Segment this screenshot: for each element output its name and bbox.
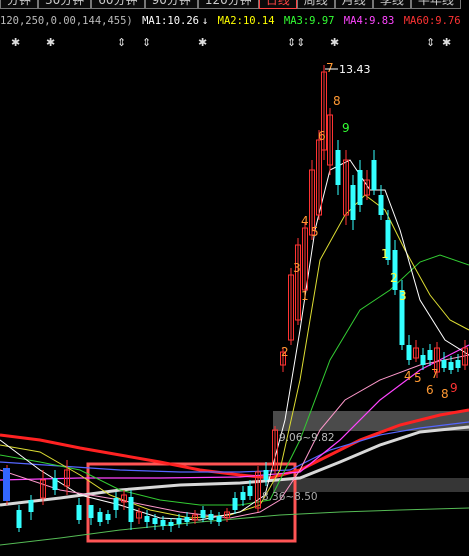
candlestick [240, 486, 246, 506]
wave-count-label: 5 [311, 225, 319, 239]
candlestick [64, 460, 70, 495]
candlestick [295, 238, 301, 325]
candlestick [97, 508, 103, 526]
candlestick [113, 492, 119, 518]
candlestick [413, 340, 419, 362]
candlestick [105, 510, 111, 524]
wave-count-label: 4 [404, 369, 412, 383]
wave-count-label: 5 [414, 371, 422, 385]
candlestick [335, 140, 341, 195]
ma-yellow-line [0, 194, 469, 519]
candlestick [350, 175, 356, 230]
wave-count-label: 9 [450, 381, 458, 395]
candlestick [357, 160, 363, 212]
wave-count-label: 1 [301, 289, 309, 303]
wave-count-label: 2 [390, 271, 398, 285]
candlestick [216, 512, 222, 526]
wave-count-label: 3 [293, 261, 301, 275]
high-price-label: 13.43 [339, 63, 371, 76]
candlestick [392, 240, 398, 295]
candlestick [52, 470, 58, 495]
upper-band-label: 9.06~9.82 [279, 432, 335, 444]
ma-white-thin-line [0, 159, 469, 521]
candlestick [128, 490, 134, 530]
wave-count-label: 6 [426, 383, 434, 397]
candlestick-plot[interactable]: 7869453211234 5678 9 13.43 9.06~9.82 8.36~… [0, 0, 469, 556]
candlestick [406, 335, 412, 365]
candlestick [16, 505, 22, 532]
wave-count-label: 4 [301, 214, 309, 228]
lower-band-label: 8.36~8.50 [262, 491, 318, 503]
candlestick [76, 498, 82, 524]
candlestick [232, 492, 238, 514]
candlestick [371, 150, 377, 195]
lower-price-band [273, 478, 469, 492]
wave-count-label: 7 [431, 367, 439, 381]
wave-count-label: 6 [318, 129, 326, 143]
candlestick [168, 518, 174, 532]
candlestick [208, 510, 214, 524]
blue-signal-bar [3, 468, 10, 501]
wave-count-label: 9 [342, 121, 350, 135]
wave-count-label: 1 [381, 247, 389, 261]
wave-count-label: 2 [281, 345, 289, 359]
kline-chart-window: 分钟 30分钟 60分钟 90分钟 120分钟 日线 周线 月线 季线 半年线 … [0, 0, 469, 556]
wave-count-label: 8 [441, 387, 449, 401]
candlestick [288, 268, 294, 345]
candlestick [420, 348, 426, 370]
candlestick [364, 170, 370, 200]
candlestick [28, 495, 34, 520]
wave-count-label: 8 [333, 94, 341, 108]
candlestick [152, 514, 158, 530]
candlestick [327, 108, 333, 175]
candlestick [321, 65, 327, 160]
wave-count-label: 7 [326, 61, 334, 75]
candlestick [441, 352, 447, 372]
wave-count-label: 3 [399, 289, 407, 303]
